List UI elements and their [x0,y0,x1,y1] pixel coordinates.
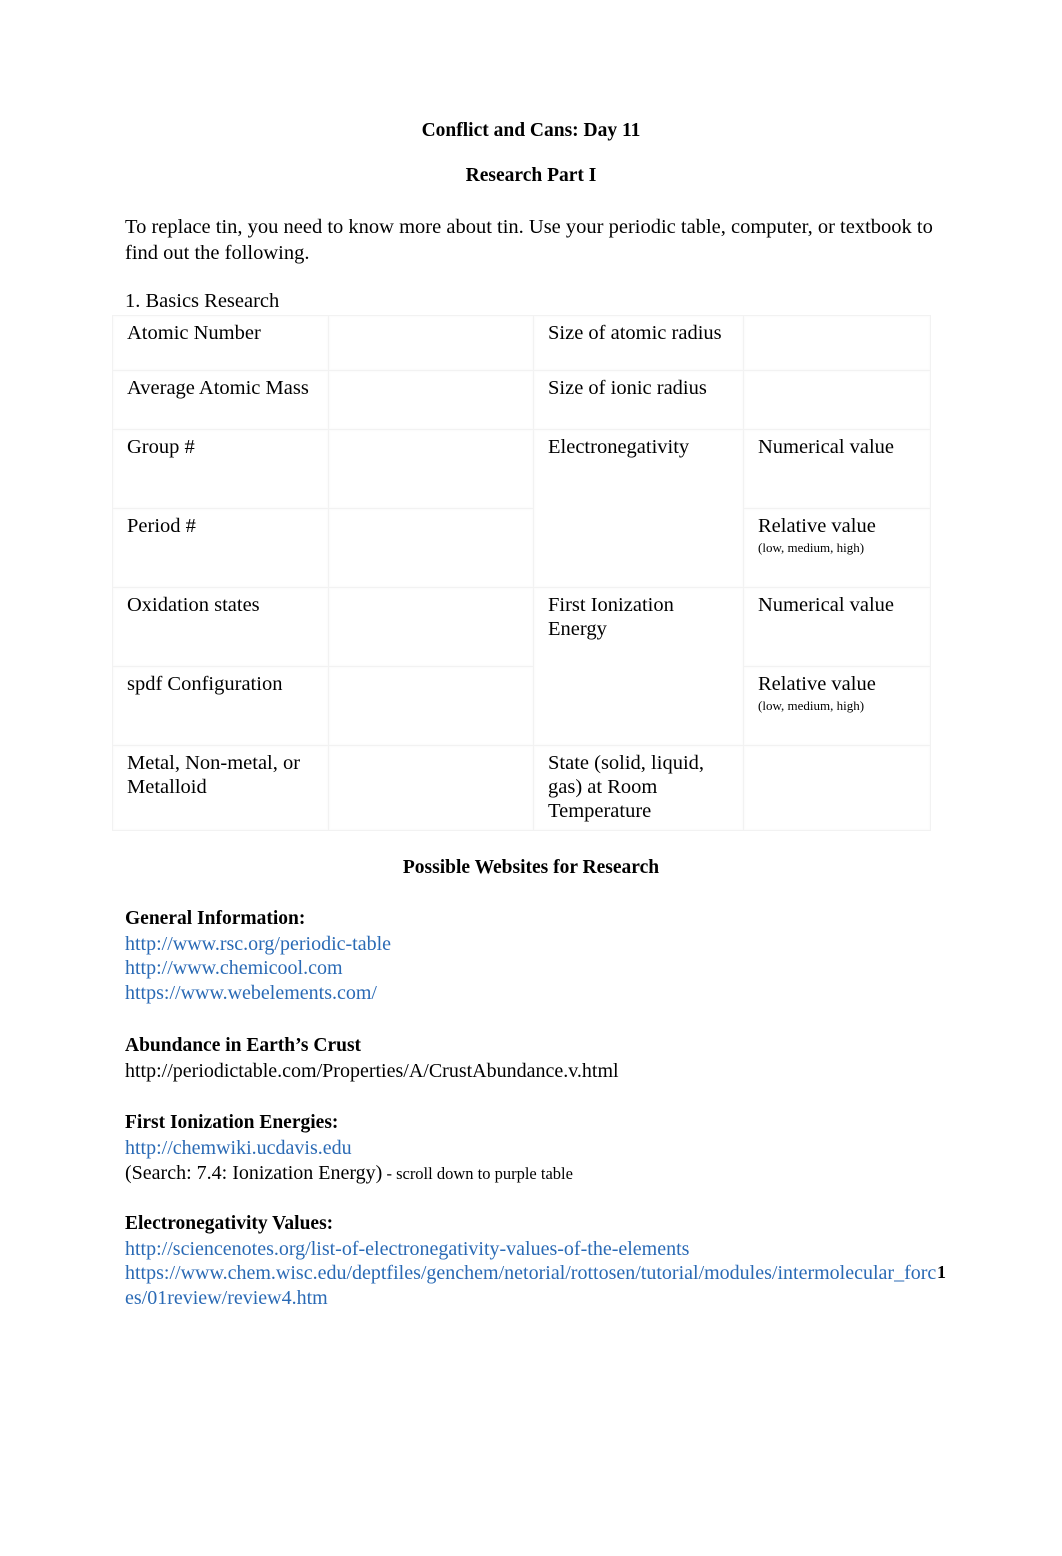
cell-label-ionic-radius: Size of ionic radius [533,370,744,431]
cell-label-atomic-number: Atomic Number [112,315,329,372]
relative-value-note: (low, medium, high) [758,697,865,713]
cell-label-atomic-radius: Size of atomic radius [533,315,744,372]
link-chemwiki-ucdavis[interactable]: http://chemwiki.ucdavis.edu [125,1136,937,1161]
cell-label-average-atomic-mass: Average Atomic Mass [112,370,329,431]
link-group-electronegativity-values: Electronegativity Values: http://science… [125,1212,937,1311]
table-row: Average Atomic Mass Size of ionic radius [112,370,931,431]
link-sciencenotes-electronegativity[interactable]: http://sciencenotes.org/list-of-electron… [125,1237,937,1262]
cell-label-spdf-configuration: spdf Configuration [112,666,329,747]
link-group-general-information: General Information: http://www.rsc.org/… [125,907,937,1006]
cell-answer-ionization-relative[interactable]: Relative value (low, medium, high) [743,666,931,747]
group-heading: First Ionization Energies: [125,1112,339,1134]
document-page: Conflict and Cans: Day 11 Research Part … [0,0,1062,1556]
link-group-first-ionization-energies: First Ionization Energies: http://chemwi… [125,1111,937,1186]
link-chemicool[interactable]: http://www.chemicool.com [125,956,937,981]
cell-label-electronegativity: Electronegativity [533,429,744,589]
group-heading: Abundance in Earth’s Crust [125,1035,362,1057]
cell-answer-period-number[interactable] [328,508,534,589]
relative-value-note: (low, medium, high) [758,539,865,555]
cell-answer-electronegativity-relative[interactable]: Relative value (low, medium, high) [743,508,931,589]
cell-answer-atomic-number[interactable] [328,315,534,372]
page-title: Conflict and Cans: Day 11 [421,120,641,141]
group-heading: Electronegativity Values: [125,1212,334,1234]
table-row: Oxidation states First Ionization Energy… [112,587,931,747]
page-subtitle: Research Part I [465,165,597,187]
table-row: spdf Configuration Relative value (low, m… [112,666,931,747]
table-row: Metal, Non-metal, or Metalloid State (so… [112,745,931,832]
relative-value-label: Relative value [758,515,876,538]
link-rsc-periodic-table[interactable]: http://www.rsc.org/periodic-table [125,932,937,957]
link-group-abundance-earths-crust: Abundance in Earth’s Crust http://period… [125,1034,937,1083]
cell-answer-oxidation-states[interactable] [328,587,534,668]
cell-label-state-at-room-temperature: State (solid, liquid, gas) at Room Tempe… [533,745,744,832]
relative-value-label: Relative value [758,673,876,696]
search-instruction: (Search: 7.4: Ionization Energy) [125,1161,383,1184]
document-body: Conflict and Cans: Day 11 Research Part … [112,120,937,1311]
websites-section-title: Possible Websites for Research [402,857,660,879]
table-row: Period # Relative value (low, medium, hig… [112,508,931,589]
cell-answer-metal-classification[interactable] [328,745,534,832]
table-row: Atomic Number Size of atomic radius [112,315,931,372]
cell-answer-ionic-radius[interactable] [743,370,931,431]
page-number: 1 [937,1262,946,1282]
section-label-basics-research: 1. Basics Research [125,289,280,312]
table-row: Group # Electronegativity Numerical valu… [112,429,931,589]
cell-answer-ionization-numerical[interactable]: Numerical value [743,587,931,668]
cell-answer-average-atomic-mass[interactable] [328,370,534,431]
cell-label-period-number: Period # [112,508,329,589]
cell-label-group-number: Group # [112,429,329,510]
intro-paragraph: To replace tin, you need to know more ab… [125,215,933,264]
basics-research-table: Atomic Number Size of atomic radius Aver… [112,315,931,832]
cell-label-oxidation-states: Oxidation states [112,587,329,668]
cell-answer-state-at-room-temperature[interactable] [743,745,931,832]
link-webelements[interactable]: https://www.webelements.com/ [125,981,937,1006]
cell-answer-group-number[interactable] [328,429,534,510]
cell-label-metal-classification: Metal, Non-metal, or Metalloid [112,745,329,832]
scroll-instruction: - scroll down to purple table [382,1163,573,1183]
link-chem-wisc-intermolecular-forces[interactable]: https://www.chem.wisc.edu/deptfiles/genc… [125,1261,937,1311]
cell-answer-atomic-radius[interactable] [743,315,931,372]
ionization-search-note: (Search: 7.4: Ionization Energy) - scrol… [125,1161,937,1186]
cell-label-first-ionization-energy: First Ionization Energy [533,587,744,747]
link-periodictable-crust-abundance[interactable]: http://periodictable.com/Properties/A/Cr… [125,1059,937,1084]
group-heading: General Information: [125,908,306,930]
cell-answer-electronegativity-numerical[interactable]: Numerical value [743,429,931,510]
cell-answer-spdf-configuration[interactable] [328,666,534,747]
